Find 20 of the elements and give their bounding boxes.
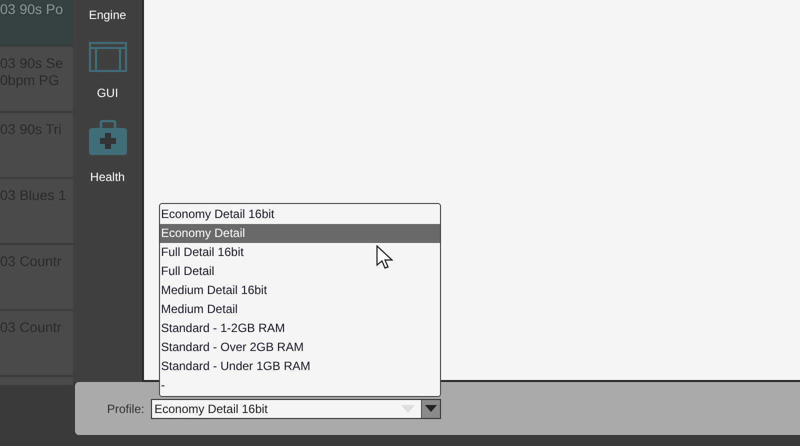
cursor-icon	[376, 245, 393, 270]
dropdown-option[interactable]: Standard - Under 1GB RAM	[160, 357, 440, 376]
dropdown-option[interactable]: Economy Detail	[160, 224, 440, 243]
nav-label[interactable]: Health	[90, 170, 125, 184]
profile-dropdown[interactable]: Economy Detail 16bit	[151, 398, 442, 418]
window-layout-icon[interactable]	[88, 42, 126, 72]
dropdown-option[interactable]: Full Detail	[160, 262, 440, 281]
nav-label[interactable]: Engine	[88, 8, 126, 22]
disabled-arrow-icon	[401, 404, 416, 412]
nav-label[interactable]: GUI	[96, 86, 118, 100]
dropdown-option[interactable]: Standard - 1-2GB RAM	[160, 319, 440, 338]
dropdown-option[interactable]: Medium Detail 16bit	[160, 281, 440, 300]
profile-label: Profile:	[107, 402, 144, 416]
first-aid-kit-icon[interactable]	[88, 120, 128, 156]
dropdown-option[interactable]: Standard - Over 2GB RAM	[160, 338, 440, 357]
preset-item[interactable]: 03 90s Po	[0, 0, 73, 47]
dropdown-option[interactable]: Full Detail 16bit	[160, 243, 440, 262]
dropdown-option[interactable]: -	[160, 376, 440, 395]
dropdown-option[interactable]: Medium Detail	[160, 300, 440, 319]
dropdown-option[interactable]: Economy Detail 16bit	[160, 205, 440, 224]
